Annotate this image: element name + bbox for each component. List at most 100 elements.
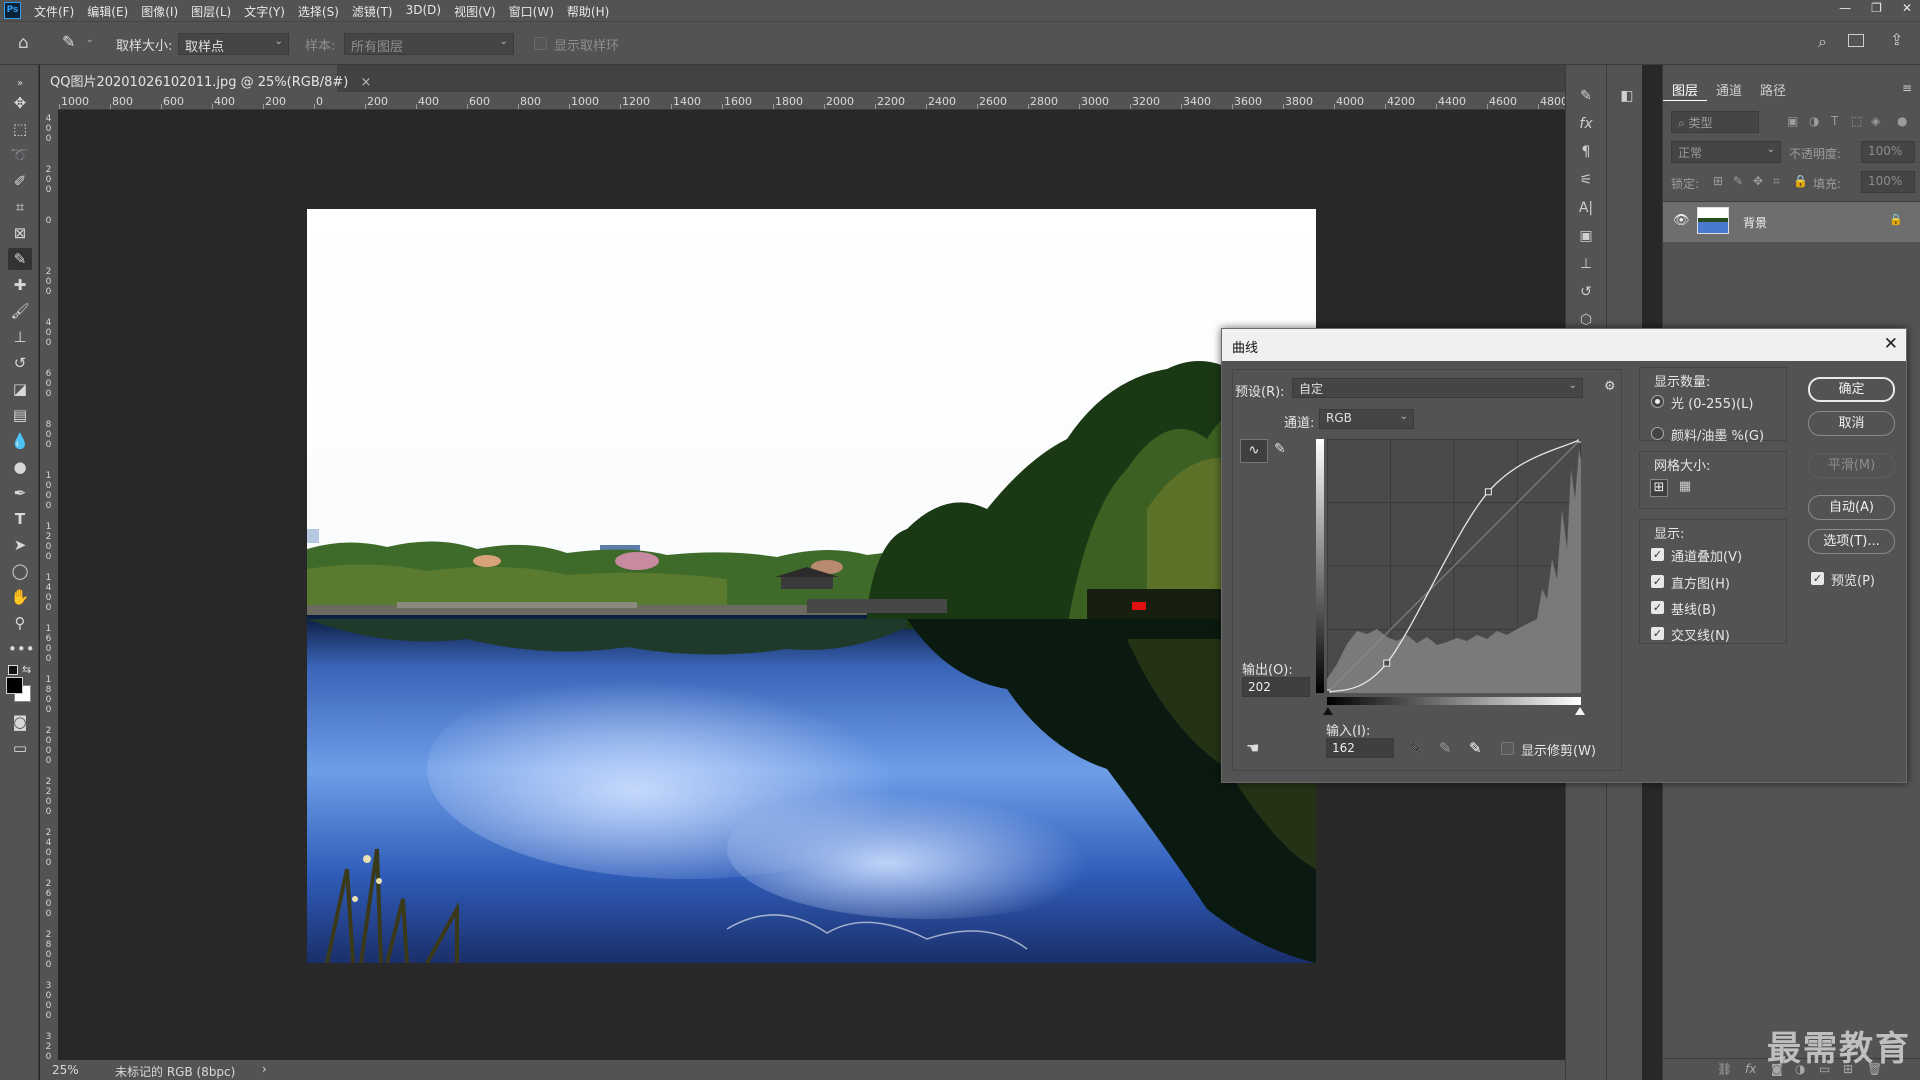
eraser-tool-icon[interactable]: ◪ (8, 378, 32, 400)
eyedropper-tool-icon[interactable]: ✎ (8, 248, 32, 270)
kind-filter-dropdown[interactable]: ⌕ 类型 (1671, 111, 1759, 133)
home-icon[interactable]: ⌂ (18, 33, 29, 53)
menu-window[interactable]: 窗口(W) (509, 3, 554, 20)
adjustments-icon[interactable]: ⚟ (1574, 169, 1598, 191)
menu-image[interactable]: 图像(I) (141, 3, 178, 20)
curves-dialog-titlebar[interactable]: 曲线 ✕ (1222, 329, 1906, 361)
opacity-input[interactable]: 100% (1861, 141, 1915, 163)
default-colors-icon[interactable] (8, 665, 18, 675)
dodge-tool-icon[interactable]: ● (8, 456, 32, 478)
lasso-tool-icon[interactable]: ➰ (8, 144, 32, 166)
sample-dropdown[interactable]: 所有图层 ⌄ (344, 33, 514, 55)
swap-colors-icon[interactable]: ⇆ (22, 663, 31, 676)
fx-icon[interactable]: fx (1745, 1062, 1756, 1076)
ok-button[interactable]: 确定 (1808, 377, 1895, 402)
tab-channels[interactable]: 通道 (1707, 77, 1751, 101)
screen-mode-icon[interactable]: ▭ (8, 737, 32, 759)
hand-tool-icon[interactable]: ✋ (8, 586, 32, 608)
document-tab[interactable]: QQ图片20201026102011.jpg @ 25%(RGB/8#) × (40, 65, 371, 92)
lock-image-icon[interactable]: ✎ (1733, 174, 1743, 188)
lock-all-icon[interactable]: 🔒 (1793, 174, 1808, 188)
channel-overlay-checkbox[interactable]: ✓ (1651, 548, 1664, 561)
histogram-checkbox[interactable]: ✓ (1651, 575, 1664, 588)
cancel-button[interactable]: 取消 (1808, 411, 1895, 436)
type-filter-icon[interactable]: T (1831, 114, 1838, 128)
brush-tool-icon[interactable]: 🖌 (8, 300, 32, 322)
history-brush-tool-icon[interactable]: ↺ (8, 352, 32, 374)
healing-brush-tool-icon[interactable]: ✚ (8, 274, 32, 296)
close-window-button[interactable]: ✕ (1902, 1, 1912, 15)
path-select-tool-icon[interactable]: ➤ (8, 534, 32, 556)
lock-position-icon[interactable]: ✥ (1753, 174, 1763, 188)
tab-layers[interactable]: 图层 (1663, 77, 1708, 101)
workspace-icon[interactable] (1848, 34, 1864, 47)
blend-mode-dropdown[interactable]: 正常 ⌄ (1671, 141, 1781, 163)
fill-input[interactable]: 100% (1861, 171, 1915, 193)
move-tool-icon[interactable]: ✥ (8, 92, 32, 114)
lock-artboard-icon[interactable]: ⌗ (1773, 174, 1780, 189)
paragraph-icon[interactable]: ¶ (1574, 141, 1598, 163)
zoom-level[interactable]: 25% (52, 1063, 79, 1077)
menu-3d[interactable]: 3D(D) (406, 3, 441, 20)
link-layers-icon[interactable]: ⛓ (1717, 1062, 1732, 1076)
auto-button[interactable]: 自动(A) (1808, 495, 1895, 520)
history-icon[interactable]: ↺ (1574, 281, 1598, 303)
simple-grid-icon[interactable]: ⊞ (1650, 479, 1668, 497)
adjustment-filter-icon[interactable]: ◑ (1809, 114, 1819, 128)
layer-name[interactable]: 背景 (1743, 214, 1767, 231)
search-icon[interactable]: ⌕ (1818, 32, 1827, 52)
pigment-radio[interactable] (1651, 427, 1664, 440)
ellipse-tool-icon[interactable]: ◯ (8, 560, 32, 582)
clone-stamp-tool-icon[interactable]: ⊥ (8, 326, 32, 348)
character-icon[interactable]: A| (1574, 197, 1598, 219)
menu-edit[interactable]: 编辑(E) (87, 3, 128, 20)
eye-visibility-icon[interactable]: 👁 (1673, 213, 1690, 228)
status-menu-arrow[interactable]: › (262, 1062, 267, 1076)
intersection-line-checkbox[interactable]: ✓ (1651, 627, 1664, 640)
detailed-grid-icon[interactable]: ▦ (1676, 479, 1694, 497)
menu-help[interactable]: 帮助(H) (567, 3, 609, 20)
properties-icon[interactable]: ◧ (1615, 85, 1639, 107)
eyedropper-tool-icon[interactable]: ✎ (62, 32, 75, 51)
frame-tool-icon[interactable]: ⊠ (8, 222, 32, 244)
quick-select-tool-icon[interactable]: ✐ (8, 170, 32, 192)
menu-filter[interactable]: 滤镜(T) (352, 3, 393, 20)
type-tool-icon[interactable]: T (8, 508, 32, 530)
blur-tool-icon[interactable]: 💧 (8, 430, 32, 452)
close-icon[interactable]: ✕ (1884, 334, 1898, 354)
restore-button[interactable]: ❐ (1871, 1, 1882, 15)
quick-mask-icon[interactable]: ◙ (8, 711, 32, 733)
panel-menu-icon[interactable]: ≡ (1902, 81, 1912, 95)
pen-tool-icon[interactable]: ✒ (8, 482, 32, 504)
zoom-tool-icon[interactable]: ⚲ (8, 612, 32, 634)
minimize-button[interactable]: — (1839, 1, 1851, 15)
menu-type[interactable]: 文字(Y) (244, 3, 285, 20)
show-ring-checkbox[interactable] (534, 37, 547, 50)
baseline-checkbox[interactable]: ✓ (1651, 601, 1664, 614)
styles-icon[interactable]: fx (1574, 113, 1598, 135)
preview-checkbox[interactable]: ✓ (1811, 572, 1824, 585)
shape-filter-icon[interactable]: ⬚ (1851, 114, 1862, 128)
tab-close-icon[interactable]: × (361, 75, 372, 90)
brush-settings-icon[interactable]: ✎ (1574, 85, 1598, 107)
lock-transparent-icon[interactable]: ⊞ (1713, 174, 1723, 188)
chevron-down-icon[interactable]: ⌄ (86, 35, 94, 45)
marquee-tool-icon[interactable]: ⬚ (8, 118, 32, 140)
menu-layer[interactable]: 图层(L) (191, 3, 231, 20)
sample-size-dropdown[interactable]: 取样点 ⌄ (178, 33, 289, 55)
foreground-color-swatch[interactable] (6, 677, 23, 694)
more-tools-icon[interactable]: ••• (8, 638, 35, 660)
filter-toggle-icon[interactable]: ● (1897, 114, 1907, 128)
tab-paths[interactable]: 路径 (1751, 77, 1795, 101)
light-radio[interactable] (1651, 395, 1664, 408)
menu-file[interactable]: 文件(F) (34, 3, 74, 20)
document-image[interactable] (307, 209, 1316, 963)
layer-row-background[interactable]: 👁 背景 🔒 (1663, 202, 1920, 242)
smooth-button[interactable]: 平滑(M) (1808, 453, 1895, 478)
options-button[interactable]: 选项(T)... (1808, 529, 1895, 554)
share-icon[interactable]: ⇪ (1890, 30, 1903, 49)
menu-view[interactable]: 视图(V) (454, 3, 496, 20)
clone-source-icon[interactable]: ⊥ (1574, 253, 1598, 275)
smart-object-filter-icon[interactable]: ◈ (1871, 114, 1880, 128)
crop-tool-icon[interactable]: ⌗ (8, 196, 32, 218)
